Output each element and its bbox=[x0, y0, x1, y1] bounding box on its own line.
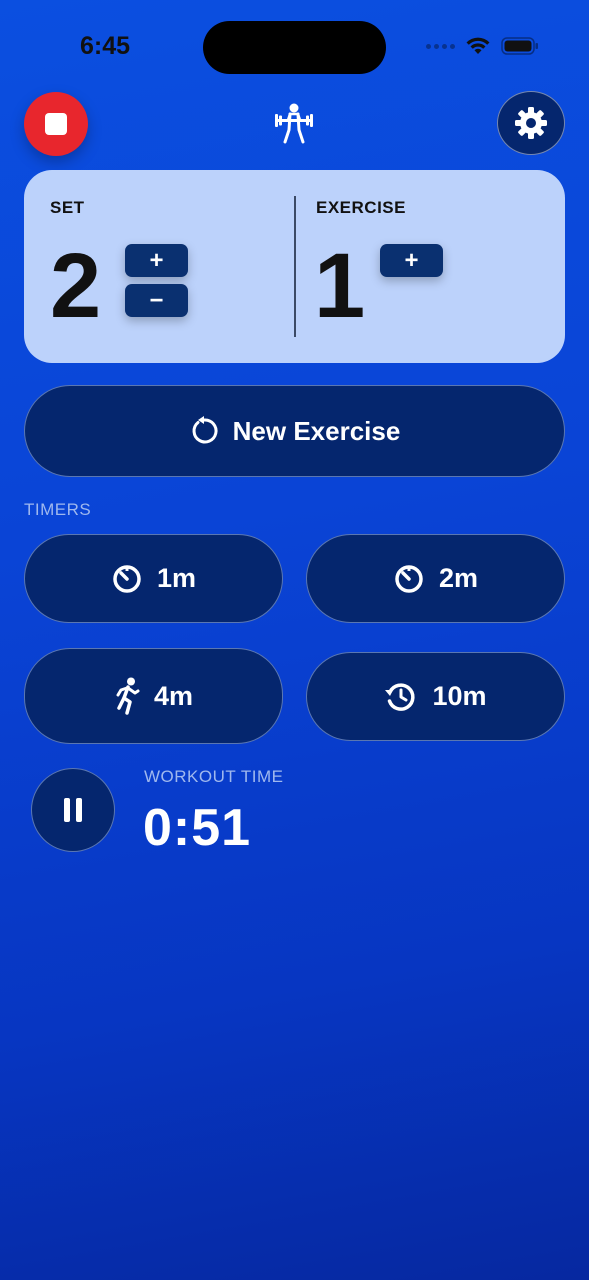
timer-icon bbox=[113, 564, 141, 593]
new-exercise-button[interactable]: New Exercise bbox=[24, 385, 565, 477]
card-divider bbox=[294, 196, 296, 337]
cellular-icon bbox=[426, 43, 455, 49]
exercise-value: 1 bbox=[314, 235, 366, 337]
gear-icon bbox=[515, 107, 547, 139]
exercise-increment-button[interactable]: + bbox=[380, 244, 443, 277]
timer-4m-label: 4m bbox=[153, 680, 194, 711]
set-increment-button[interactable]: + bbox=[125, 244, 188, 277]
timer-1m-label: 1m bbox=[156, 563, 197, 593]
exercise-label: EXERCISE bbox=[316, 198, 406, 217]
status-bar: 6:45 bbox=[0, 0, 589, 95]
new-exercise-label: New Exercise bbox=[232, 415, 401, 446]
dynamic-island bbox=[203, 21, 386, 74]
pause-button[interactable] bbox=[31, 768, 115, 852]
set-label: SET bbox=[50, 198, 85, 217]
workout-time-label: WORKOUT TIME bbox=[144, 767, 284, 786]
stop-workout-button[interactable] bbox=[24, 92, 88, 156]
timer-icon bbox=[395, 564, 423, 593]
status-time: 6:45 bbox=[80, 32, 131, 60]
timer-2m-button[interactable]: 2m bbox=[306, 534, 565, 623]
status-icons bbox=[426, 36, 539, 56]
wifi-icon bbox=[466, 37, 490, 54]
workout-time-value: 0:51 bbox=[143, 799, 252, 857]
weightlifter-icon bbox=[275, 103, 313, 144]
set-decrement-button[interactable]: − bbox=[125, 284, 188, 317]
settings-button[interactable] bbox=[497, 91, 565, 155]
timers-section-label: TIMERS bbox=[24, 500, 92, 519]
timer-10m-button[interactable]: 10m bbox=[306, 652, 565, 741]
running-figure-icon bbox=[116, 677, 140, 715]
battery-icon bbox=[501, 37, 538, 55]
restart-arrow-icon bbox=[192, 416, 218, 444]
stop-icon bbox=[45, 113, 67, 135]
pause-icon bbox=[64, 798, 82, 822]
timer-2m-label: 2m bbox=[438, 563, 479, 593]
timer-10m-label: 10m bbox=[432, 681, 487, 711]
timer-4m-button[interactable]: 4m bbox=[24, 648, 283, 744]
clock-arrow-icon bbox=[385, 682, 416, 711]
timer-1m-button[interactable]: 1m bbox=[24, 534, 283, 623]
set-value: 2 bbox=[50, 235, 102, 337]
counter-card: SET 2 + − EXERCISE 1 + bbox=[24, 170, 565, 363]
